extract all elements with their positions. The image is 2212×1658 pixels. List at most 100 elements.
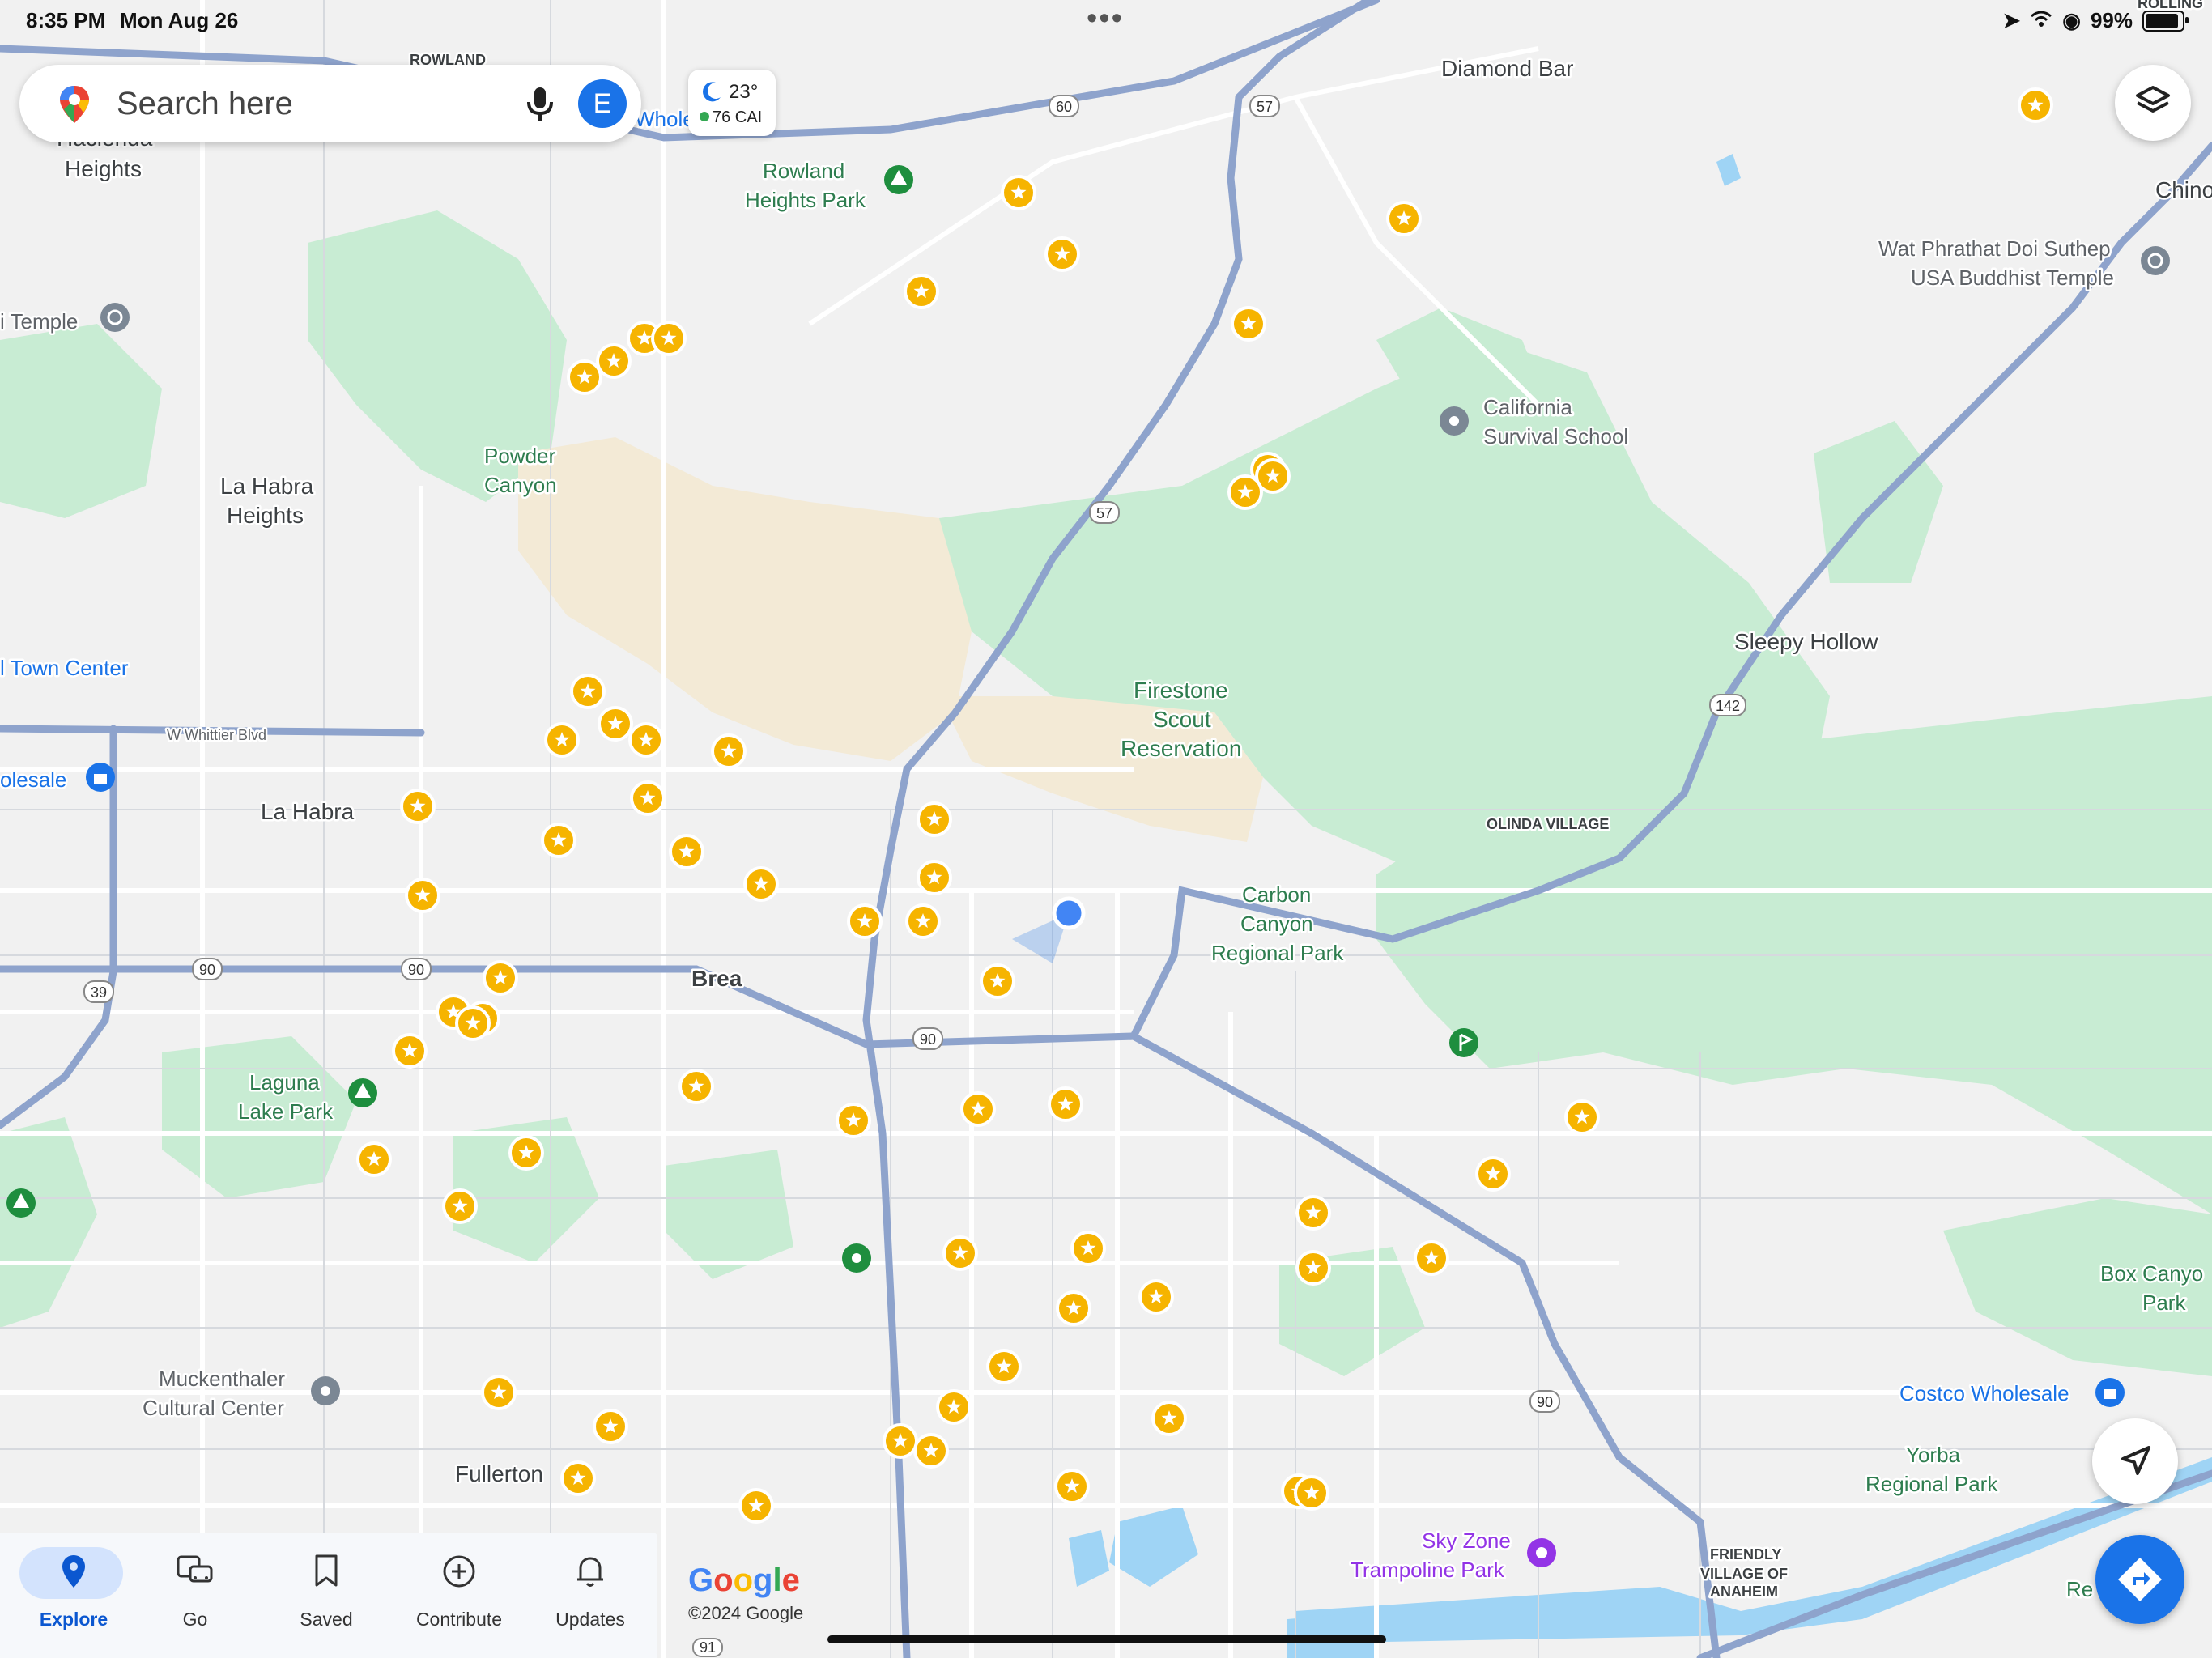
saved-place-star-icon[interactable] xyxy=(1386,201,1422,236)
place-marker-icon[interactable] xyxy=(311,1376,340,1405)
saved-place-star-icon[interactable] xyxy=(596,343,632,379)
place-marker-icon[interactable] xyxy=(1440,406,1469,436)
entertainment-marker-icon[interactable] xyxy=(1527,1538,1556,1567)
saved-place-star-icon[interactable] xyxy=(356,1141,392,1177)
map-canvas[interactable]: 60 57 57 142 90 90 39 90 90 91 ROWLAND R… xyxy=(0,0,2212,1658)
saved-place-star-icon[interactable] xyxy=(541,823,576,858)
shopping-marker-icon[interactable] xyxy=(2095,1378,2125,1407)
saved-place-star-icon[interactable] xyxy=(1048,1086,1083,1122)
my-location-button[interactable] xyxy=(2092,1418,2178,1504)
saved-place-star-icon[interactable] xyxy=(942,1235,978,1271)
park-marker-icon[interactable] xyxy=(348,1078,377,1107)
saved-place-star-icon[interactable] xyxy=(678,1069,714,1104)
saved-place-star-icon[interactable] xyxy=(960,1091,996,1127)
label-town-center: l Town Center xyxy=(0,656,129,680)
saved-place-star-icon[interactable] xyxy=(1070,1231,1106,1266)
saved-place-star-icon[interactable] xyxy=(1294,1475,1329,1511)
saved-place-star-icon[interactable] xyxy=(1227,474,1263,510)
status-bar: 8:35 PM Mon Aug 26 ••• ➤ ◉ 99% xyxy=(0,0,2212,42)
screen-lock-icon: ◉ xyxy=(2062,8,2081,32)
nav-saved[interactable]: Saved xyxy=(266,1542,387,1631)
saved-place-star-icon[interactable] xyxy=(1231,306,1266,342)
saved-place-star-icon[interactable] xyxy=(455,1005,491,1041)
saved-place-star-icon[interactable] xyxy=(630,780,666,816)
saved-place-star-icon[interactable] xyxy=(1414,1240,1449,1276)
saved-place-star-icon[interactable] xyxy=(936,1389,972,1425)
saved-place-star-icon[interactable] xyxy=(651,321,687,356)
saved-place-star-icon[interactable] xyxy=(392,1033,428,1069)
shopping-marker-icon[interactable] xyxy=(86,763,115,792)
saved-place-star-icon[interactable] xyxy=(980,963,1015,999)
highway-shield-60: 60 xyxy=(1056,99,1072,115)
saved-place-star-icon[interactable] xyxy=(405,878,440,913)
temple-marker-icon[interactable] xyxy=(2141,246,2170,275)
search-input[interactable]: Search here xyxy=(117,86,293,122)
search-bar[interactable]: Search here E xyxy=(19,65,641,142)
saved-place-star-icon[interactable] xyxy=(917,860,952,895)
golf-marker-icon[interactable] xyxy=(1449,1028,1478,1057)
park-marker-icon[interactable] xyxy=(884,165,913,194)
highway-shield-57: 57 xyxy=(1096,505,1112,521)
saved-place-star-icon[interactable] xyxy=(1044,236,1080,272)
garden-marker-icon[interactable] xyxy=(842,1244,871,1273)
account-avatar[interactable]: E xyxy=(578,79,627,128)
microphone-icon[interactable] xyxy=(520,83,560,125)
moon-icon xyxy=(703,82,721,102)
saved-place-star-icon[interactable] xyxy=(567,359,602,395)
saved-place-star-icon[interactable] xyxy=(1475,1156,1511,1192)
saved-place-star-icon[interactable] xyxy=(598,706,633,742)
saved-place-star-icon[interactable] xyxy=(905,903,941,939)
saved-place-star-icon[interactable] xyxy=(593,1409,628,1444)
saved-place-star-icon[interactable] xyxy=(508,1135,544,1171)
saved-place-star-icon[interactable] xyxy=(738,1488,774,1524)
saved-place-star-icon[interactable] xyxy=(1138,1279,1174,1315)
home-indicator[interactable] xyxy=(827,1635,1386,1643)
saved-place-star-icon[interactable] xyxy=(1054,1469,1090,1504)
nav-explore[interactable]: Explore xyxy=(13,1542,134,1631)
saved-place-star-icon[interactable] xyxy=(481,1375,517,1410)
saved-place-star-icon[interactable] xyxy=(628,722,664,758)
saved-place-star-icon[interactable] xyxy=(400,789,436,824)
saved-place-star-icon[interactable] xyxy=(483,960,518,996)
saved-place-star-icon[interactable] xyxy=(1564,1099,1600,1135)
multitasking-dots-icon[interactable]: ••• xyxy=(1087,2,1124,36)
label-olinda-village: OLINDA VILLAGE xyxy=(1487,816,1609,832)
saved-place-star-icon[interactable] xyxy=(1001,175,1036,210)
label-firestone-3: Reservation xyxy=(1121,736,1241,761)
saved-place-star-icon[interactable] xyxy=(1295,1195,1331,1231)
saved-place-star-icon[interactable] xyxy=(743,866,779,902)
nav-updates[interactable]: Updates xyxy=(530,1542,651,1631)
weather-chip[interactable]: 23° 76 CAI xyxy=(688,70,776,136)
saved-place-star-icon[interactable] xyxy=(442,1188,478,1224)
saved-place-star-icon[interactable] xyxy=(1151,1401,1187,1436)
saved-place-star-icon[interactable] xyxy=(986,1349,1022,1384)
label-firestone-1: Firestone xyxy=(1134,678,1228,703)
nav-contribute-label: Contribute xyxy=(415,1609,503,1630)
saved-place-star-icon[interactable] xyxy=(560,1460,596,1496)
saved-place-star-icon[interactable] xyxy=(669,834,704,869)
saved-place-star-icon[interactable] xyxy=(570,674,606,709)
saved-place-star-icon[interactable] xyxy=(711,733,747,769)
saved-place-star-icon[interactable] xyxy=(913,1433,949,1469)
temple-marker-icon[interactable] xyxy=(100,303,130,332)
saved-place-star-icon[interactable] xyxy=(917,801,952,837)
label-la-habra-heights-1: La Habra xyxy=(220,474,314,499)
label-re: Re xyxy=(2066,1577,2093,1601)
nav-contribute[interactable]: Contribute xyxy=(398,1542,520,1631)
saved-place-star-icon[interactable] xyxy=(2018,87,2053,123)
saved-place-star-icon[interactable] xyxy=(1056,1290,1091,1326)
saved-place-star-icon[interactable] xyxy=(836,1103,871,1138)
nav-go[interactable]: Go xyxy=(134,1542,256,1631)
saved-place-star-icon[interactable] xyxy=(883,1423,918,1459)
battery-icon xyxy=(2142,10,2189,32)
saved-place-star-icon[interactable] xyxy=(904,274,939,309)
google-maps-logo-icon xyxy=(60,86,89,123)
park-marker-icon[interactable] xyxy=(6,1188,36,1218)
label-powder-canyon-1: Powder xyxy=(484,444,555,468)
directions-button[interactable] xyxy=(2095,1535,2184,1624)
layers-button[interactable] xyxy=(2115,65,2191,141)
saved-place-star-icon[interactable] xyxy=(847,903,883,939)
saved-place-star-icon[interactable] xyxy=(544,722,580,758)
label-laguna-lake-1: Laguna xyxy=(249,1070,320,1095)
saved-place-star-icon[interactable] xyxy=(1295,1250,1331,1286)
